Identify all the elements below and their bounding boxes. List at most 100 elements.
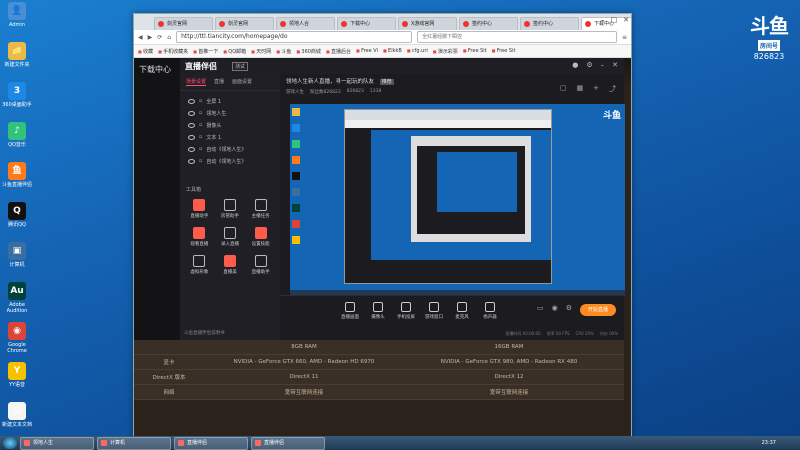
source-button[interactable]: 直播画面 [340,302,360,320]
source-item[interactable]: ▫ 文本 1 [180,131,280,143]
desktop-icon[interactable]: ▤ 新建文本文档 [2,402,32,428]
close-icon[interactable]: ✕ [612,61,618,69]
eye-icon[interactable] [188,98,195,104]
taskbar-item[interactable]: 计算机 [97,436,171,450]
bookmark-item[interactable]: 演示彩票 [433,48,458,55]
source-tab[interactable]: 场景设置 [186,78,207,86]
desktop-icon[interactable]: Q 腾讯QQ [2,202,32,228]
bookmark-item[interactable]: QQ邮箱 [223,48,246,55]
share-icon[interactable]: ⤴ [609,84,616,94]
browser-tab[interactable]: 领地人合 [276,17,335,30]
close-icon[interactable]: ✕ [623,16,629,24]
tool-button[interactable]: 直播助手 [184,199,215,219]
maximize-icon[interactable]: □ [611,16,618,24]
settings-icon[interactable]: ⚙ [586,61,592,69]
forward-icon[interactable]: ▶ [148,34,153,41]
eye-icon[interactable] [188,122,195,128]
source-item[interactable]: ▫ 全屏 1 [180,95,280,107]
desktop-icon[interactable]: 👤 Admin [2,2,32,28]
eye-icon[interactable] [188,134,195,140]
source-tab[interactable]: 直播 [214,78,224,86]
bookmark-item[interactable]: ElkkB [383,48,402,54]
eye-icon[interactable] [188,146,195,152]
lock-icon[interactable]: ▢ [560,84,567,94]
source-button[interactable]: 游戏窗口 [424,302,444,320]
desktop-icon[interactable]: 3 360桌面助手 [2,82,32,108]
lock-icon[interactable]: ▫ [199,98,202,104]
taskbar-item[interactable]: 直播伴侣 [251,436,325,450]
lock-icon[interactable]: ▫ [199,158,202,164]
stream-title: 领地人生新人直播，寻一起玩的队友 [286,79,375,85]
browser-tab[interactable]: 剑灵官网 [215,17,274,30]
source-button[interactable]: 麦克风 [452,302,472,320]
browser-tab[interactable]: 剑灵官网 [154,17,213,30]
bookmark-item[interactable]: 天时网 [251,48,271,55]
gear-icon[interactable]: ⚙ [566,304,572,312]
browser-tab[interactable]: X游戏官网 [398,17,457,30]
bookmark-item[interactable]: 斗鱼 [276,48,291,55]
source-button[interactable]: 手机投屏 [396,302,416,320]
start-live-button[interactable]: 开始直播 [580,304,616,316]
lock-icon[interactable]: ▫ [199,134,202,140]
taskbar-item[interactable]: 领地人生 [20,436,94,450]
lock-icon[interactable]: ▫ [199,146,202,152]
bookmark-item[interactable]: 手机收藏夹 [158,48,188,55]
bookmark-item[interactable]: 首推一下 [193,48,218,55]
spec-min: 8GB RAM [291,344,317,350]
minimize-icon[interactable]: – [601,61,605,69]
url-input[interactable]: http://ttl.tiancity.com/homepage/do [176,31,413,43]
browser-tab[interactable]: 签约中心 [459,17,518,30]
source-tab[interactable]: 画面设置 [232,78,252,86]
add-icon[interactable]: + [593,84,599,94]
layout-icon[interactable]: ▦ [577,84,584,94]
desktop-icon[interactable]: ♪ QQ音乐 [2,122,32,148]
desktop-icon[interactable]: ▣ 计算机 [2,242,32,268]
source-button[interactable]: 摄像头 [368,302,388,320]
tool-button[interactable]: 直播美 [215,255,246,275]
desktop-icon[interactable]: ◉ Google Chrome [2,322,32,354]
tool-button[interactable]: 录入直播 [215,227,246,247]
refresh-icon[interactable]: ⟳ [157,34,162,41]
eye-icon[interactable] [188,110,195,116]
minimize-icon[interactable]: – [601,16,605,24]
lock-icon[interactable]: ▫ [199,122,202,128]
eye-icon[interactable]: ◉ [552,304,558,312]
source-button[interactable]: 扬声器 [480,302,500,320]
tool-button[interactable]: 设置技能 [245,227,276,247]
desktop-icon[interactable]: 📁 新建文件夹 [2,42,32,68]
home-icon[interactable]: ⌂ [167,34,171,41]
search-input[interactable]: 全红薯经脚下瞬控 [417,31,617,43]
desktop-icon[interactable]: Au Adobe Audition [2,282,32,314]
back-icon[interactable]: ◀ [138,34,143,41]
taskbar-item[interactable]: 直播伴侣 [174,436,248,450]
desktop-icon[interactable]: 鱼斗鱼直播伴侣 [2,162,32,188]
bookmark-item[interactable]: 直播后台 [326,48,351,55]
spec-min: NVIDIA - GeForce GTX 660, AMD - Radeon H… [233,359,375,365]
lock-icon[interactable]: ▫ [199,110,202,116]
bookmark-item[interactable]: Free Sit [463,48,487,54]
bookmark-item[interactable]: Free Vi [356,48,378,54]
menu-icon[interactable]: ≡ [622,34,627,41]
tool-button[interactable]: 观看直播 [184,227,215,247]
spec-rec: DirectX 12 [494,374,524,380]
source-item[interactable]: ▫ 自动《领地人生》 [180,155,280,167]
source-item[interactable]: ▫ 自动《领地人生》 [180,143,280,155]
bookmark-item[interactable]: 360商城 [296,48,321,55]
bookmark-item[interactable]: cfg.uri [407,48,428,54]
browser-tab[interactable]: 下载中心 [337,17,396,30]
record-icon[interactable]: ▭ [537,304,544,312]
browser-tab[interactable]: 签约中心 [520,17,579,30]
tool-button[interactable]: 房管助手 [215,199,246,219]
tool-button[interactable]: 直播助手 [245,255,276,275]
bookmark-item[interactable]: Free Sit [492,48,516,54]
tool-button[interactable]: 虚拟形象 [184,255,215,275]
bookmark-item[interactable]: 收藏 [138,48,153,55]
eye-icon[interactable] [188,158,195,164]
desktop-icon[interactable]: Y YY语音 [2,362,32,388]
source-item[interactable]: ▫ 摄像头 [180,119,280,131]
start-button[interactable] [3,437,17,449]
preview-canvas[interactable]: 斗鱼 [290,104,625,296]
source-item[interactable]: ▫ 领地人生 [180,107,280,119]
tool-button[interactable]: 主播任务 [245,199,276,219]
avatar[interactable]: ● [572,61,578,69]
